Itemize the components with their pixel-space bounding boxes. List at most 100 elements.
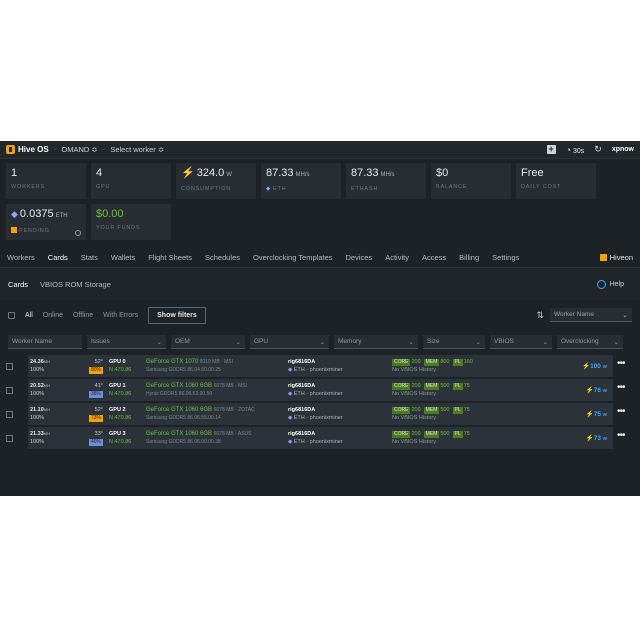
row-checkbox[interactable] [6, 386, 13, 394]
size-filter[interactable]: Size ⌄ [423, 335, 485, 349]
tab-billing[interactable]: Billing [459, 253, 479, 262]
tile-balance[interactable]: $0 BALANCE [431, 163, 511, 199]
power-draw: ⚡76 W [586, 386, 613, 394]
tab-flight-sheets[interactable]: Flight Sheets [148, 253, 192, 262]
power-unit: W [602, 412, 607, 417]
rig-name[interactable]: rig6816DA [288, 406, 392, 414]
show-filters-button[interactable]: Show filters [148, 306, 206, 324]
subtab-vbios-rom-storage[interactable]: VBIOS ROM Storage [40, 280, 111, 289]
driver-version: N 470.86 [109, 391, 132, 397]
farm-select[interactable]: OMAND ≎ [61, 145, 97, 154]
gpu-model[interactable]: GeForce GTX 1060 6GB [146, 431, 212, 437]
rig-name[interactable]: rig6816DA [288, 382, 392, 390]
add-icon[interactable]: + [546, 145, 556, 154]
chevron-down-icon: ⌄ [542, 338, 548, 346]
row-checkbox[interactable] [6, 362, 13, 370]
timer[interactable]: ◔ 30s [566, 145, 585, 155]
issues-filter[interactable]: Issues ⌄ [87, 335, 166, 349]
tab-cards[interactable]: Cards [48, 253, 68, 262]
tab-devices[interactable]: Devices [346, 253, 373, 262]
select-all-checkbox[interactable] [8, 311, 15, 319]
row-checkbox[interactable] [6, 410, 13, 418]
gpu-model[interactable]: GeForce GTX 1070 [146, 359, 198, 365]
tab-access[interactable]: Access [422, 253, 446, 262]
gpu-filter[interactable]: GPU ⌄ [250, 335, 329, 349]
sort-select[interactable]: Worker Name ⌄ [550, 308, 632, 322]
more-options-icon[interactable]: ••• [617, 383, 625, 393]
card-row[interactable]: 24.36MH 100% 52° 80% GPU 0 N 470.86 GeForce… [6, 355, 640, 377]
worker-select[interactable]: Select worker ≎ [110, 145, 164, 154]
hashrate-unit: MH [43, 359, 50, 364]
user-menu[interactable]: xpnow [612, 146, 634, 153]
help-link[interactable]: Help [596, 279, 624, 289]
more-options-icon[interactable]: ••• [617, 407, 625, 417]
tab-schedules[interactable]: Schedules [205, 253, 240, 262]
power-unit: W [602, 364, 607, 369]
tile-value: 4 [96, 167, 103, 179]
filter-online[interactable]: Online [43, 312, 63, 319]
tile-pending[interactable]: ◆ 0.0375 ETH PENDING [6, 204, 86, 240]
tile-value: 324.0 [196, 167, 225, 179]
filter-offline[interactable]: Offline [73, 312, 93, 319]
subtab-cards[interactable]: Cards [8, 280, 28, 289]
temperature: 52° [94, 359, 103, 365]
vbios-filter[interactable]: VBIOS ⌄ [490, 335, 552, 349]
rig-name[interactable]: rig6816DA [288, 430, 392, 438]
tile-workers[interactable]: 1 WORKERS [6, 163, 86, 199]
overclocking-filter[interactable]: Overclocking ⌄ [557, 335, 623, 349]
filter-all[interactable]: All [25, 312, 33, 319]
tile-your-funds[interactable]: $0.00 YOUR FUNDS [91, 204, 171, 240]
tab-settings[interactable]: Settings [492, 253, 519, 262]
tile-value: 87.33 [351, 167, 379, 179]
row-checkbox[interactable] [6, 434, 13, 442]
sub-nav: Cards VBIOS ROM Storage Help [0, 268, 640, 300]
temperature: 41° [94, 383, 103, 389]
tile-ethash-hashrate[interactable]: 87.33 MH/s ETHASH [346, 163, 426, 199]
more-options-icon[interactable]: ••• [617, 431, 625, 441]
tab-workers[interactable]: Workers [7, 253, 35, 262]
tile-eth-hashrate[interactable]: 87.33 MH/s ◆ ETH [261, 163, 341, 199]
filter-with-errors[interactable]: With Errors [103, 312, 138, 319]
power-draw: ⚡73 W [586, 434, 613, 442]
driver-version: N 470.86 [109, 439, 132, 445]
mem-tag: MEM [423, 359, 440, 366]
miner-info: ETH · phoenixminer [293, 391, 343, 397]
vbios-history: No VBIOS History [392, 439, 437, 445]
driver-version: N 470.86 [109, 415, 132, 421]
memory-filter[interactable]: Memory ⌄ [334, 335, 418, 349]
oem-filter[interactable]: OEM ⌄ [171, 335, 245, 349]
refresh-icon[interactable]: ↻ [594, 144, 602, 155]
pl-value: 160 [463, 359, 473, 365]
power-value: 100 [590, 363, 601, 370]
card-row[interactable]: 21.33MH 100% 33° 40% GPU 3 N 470.86 GeForce… [6, 427, 640, 449]
tab-overclocking-templates[interactable]: Overclocking Templates [253, 253, 332, 262]
tile-value: Free [521, 167, 544, 179]
worker-name-filter[interactable]: Worker Name [8, 335, 82, 349]
mem-tag: MEM [423, 383, 440, 390]
vbios-history: No VBIOS History [392, 391, 437, 397]
sort-icon[interactable]: ⇅ [536, 310, 544, 321]
tab-stats[interactable]: Stats [81, 253, 98, 262]
gpu-model[interactable]: GeForce GTX 1060 6GB [146, 383, 212, 389]
more-options-icon[interactable]: ••• [617, 359, 625, 369]
card-row[interactable]: 20.52MH 100% 41° 38% GPU 1 N 470.86 GeForce… [6, 379, 640, 401]
tab-wallets[interactable]: Wallets [111, 253, 135, 262]
info-icon[interactable] [75, 230, 81, 236]
hiveos-logo[interactable]: Hive OS [6, 145, 49, 154]
mem-value: 800 [440, 359, 450, 365]
card-row[interactable]: 21.10MH 100% 52° 73% GPU 2 N 470.86 GeForce… [6, 403, 640, 425]
tile-gpu[interactable]: 4 GPU [91, 163, 171, 199]
hashrate: 24.36 [30, 359, 44, 365]
tab-activity[interactable]: Activity [385, 253, 409, 262]
core-value: 200 [411, 359, 421, 365]
tile-label: BALANCE [436, 184, 468, 190]
power-value: 75 [593, 411, 601, 418]
pl-value: 75 [463, 383, 470, 389]
tile-daily-cost[interactable]: Free DAILY COST [516, 163, 596, 199]
eth-icon: ◆ [266, 186, 272, 192]
hiveon-link[interactable]: Hiveon [599, 253, 633, 262]
hashrate: 21.33 [30, 431, 44, 437]
tile-consumption[interactable]: ⚡ 324.0 W CONSUMPTION [176, 163, 256, 199]
rig-name[interactable]: rig6816DA [288, 358, 392, 366]
gpu-model[interactable]: GeForce GTX 1060 6GB [146, 407, 212, 413]
